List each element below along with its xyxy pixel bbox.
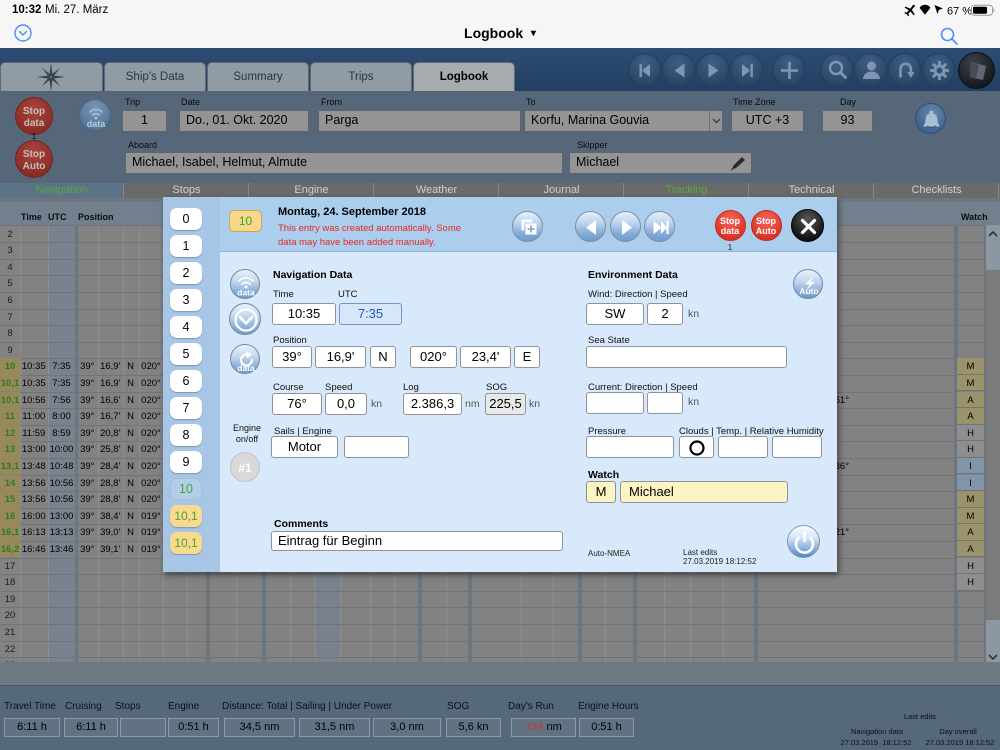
svg-text:Auto: Auto [799,286,818,296]
svg-text:67 %: 67 % [947,6,972,18]
svg-text:data: data [237,363,255,373]
svg-text:data: data [87,119,107,129]
svg-text:data: data [237,288,255,298]
